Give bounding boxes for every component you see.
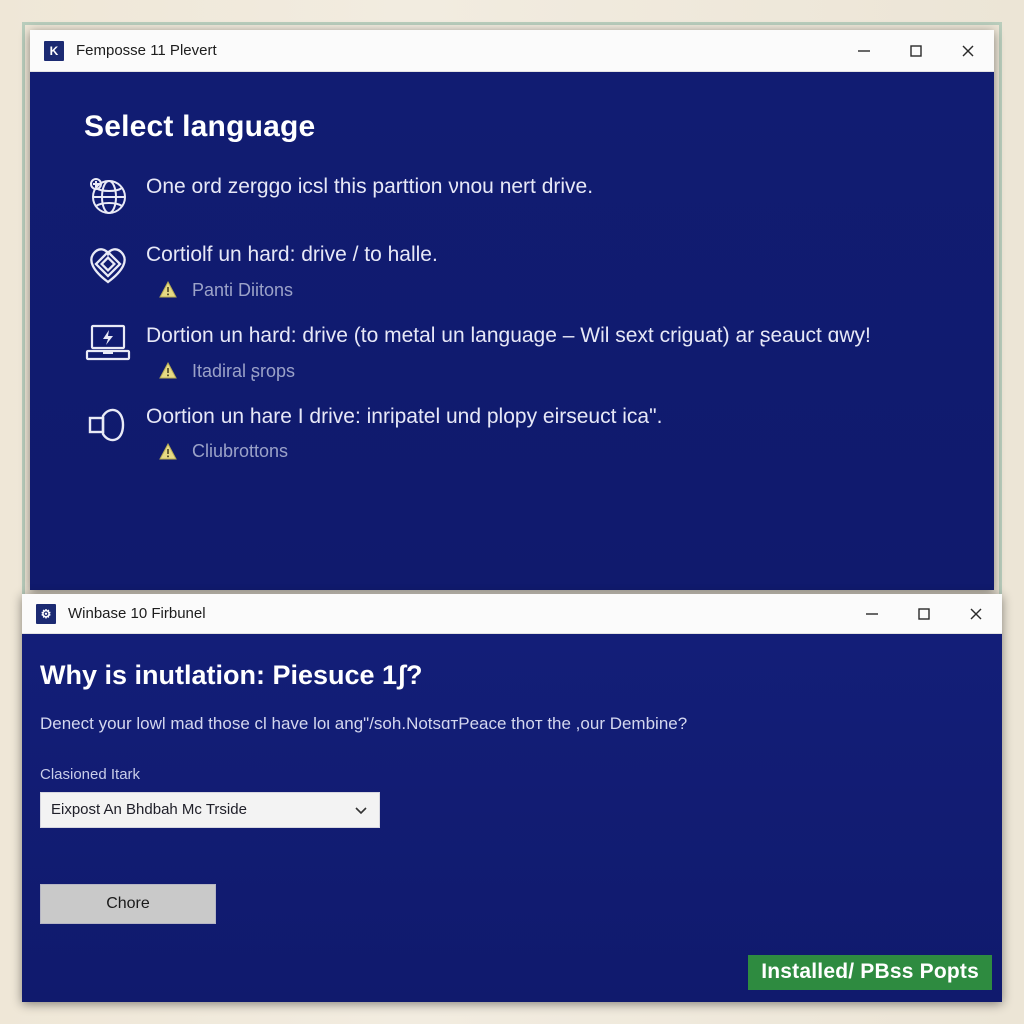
status-badge: Installed/ PBss Popts	[748, 955, 992, 990]
question-paragraph: Denect your lowl mad those cl have loι a…	[40, 714, 688, 733]
app-logo-icon: K	[44, 40, 64, 61]
option-warning: Itadiral ʂrops	[158, 361, 954, 382]
heart-diamond-icon	[70, 238, 146, 288]
minimize-icon[interactable]	[838, 30, 890, 71]
app-settings-icon: ⚙	[36, 603, 56, 624]
desktop-background: K Femposse 11 Plevert Select language On…	[0, 0, 1024, 1024]
warning-triangle-icon	[158, 361, 180, 381]
option-row[interactable]: Dortion un hard: drive (to metal un lang…	[70, 319, 954, 382]
firbunel-window-titlebar[interactable]: ⚙ Winbase 10 Firbunel	[22, 594, 1002, 634]
maximize-icon[interactable]	[898, 594, 950, 633]
question-title: Why is inutlation: Piesuce 1ʃ?	[40, 660, 423, 690]
firbunel-window: ⚙ Winbase 10 Firbunel Why is inutlation:…	[22, 594, 1002, 1002]
globe-icon	[70, 170, 146, 220]
option-list: One ord zerggo icsl this parttion νnou n…	[70, 170, 954, 462]
close-icon[interactable]	[950, 594, 1002, 633]
clasioned-itark-select[interactable]: Eixpost An Bhdbah Mc Trside	[40, 791, 380, 828]
minimize-icon[interactable]	[846, 594, 898, 633]
option-row[interactable]: Oortion un hare I drive: inripatel und p…	[70, 400, 954, 463]
option-row[interactable]: One ord zerggo icsl this parttion νnou n…	[70, 170, 954, 220]
firbunel-window-title: Winbase 10 Firbunel	[68, 605, 206, 622]
warning-triangle-icon	[158, 442, 180, 462]
option-warning-text: Cliubrottons	[192, 441, 289, 462]
option-body: One ord zerggo icsl this parttion νnou n…	[146, 170, 954, 202]
window-controls	[838, 30, 994, 71]
chore-button[interactable]: Chore	[40, 883, 216, 924]
select-value: Eixpost An Bhdbah Mc Trside	[51, 801, 247, 819]
option-text: Oortion un hare I drive: inripatel und p…	[146, 404, 663, 428]
select-label: Clasioned Itark	[40, 765, 141, 783]
close-icon[interactable]	[942, 30, 994, 71]
language-window-title: Femposse 11 Plevert	[76, 42, 217, 59]
option-text: One ord zerggo icsl this parttion νnou n…	[146, 175, 594, 198]
option-body: Dortion un hard: drive (to metal un lang…	[146, 319, 954, 382]
laptop-bolt-icon	[70, 319, 146, 367]
language-window-body: Select language One ord zerggo icsl this…	[30, 72, 994, 590]
language-window: K Femposse 11 Plevert Select language On…	[30, 30, 994, 590]
option-warning: Cliubrottons	[158, 441, 954, 462]
option-text: Cortiolf un hard: drive / to halle.	[146, 243, 438, 266]
firbunel-window-body: Why is inutlation: Piesuce 1ʃ? Denect yo…	[22, 634, 1002, 1002]
language-window-titlebar[interactable]: K Femposse 11 Plevert	[30, 30, 994, 72]
speaker-icon	[70, 400, 146, 448]
window-controls	[846, 594, 1002, 633]
option-body: Cortiolf un hard: drive / to halle. Pant…	[146, 238, 954, 301]
option-body: Oortion un hare I drive: inripatel und p…	[146, 400, 954, 463]
option-warning-text: Itadiral ʂrops	[192, 360, 296, 381]
warning-triangle-icon	[158, 280, 180, 300]
chevron-down-icon	[353, 802, 369, 818]
page-title: Select language	[84, 110, 316, 143]
option-text: Dortion un hard: drive (to metal un lang…	[146, 323, 871, 347]
option-warning-text: Panti Diitons	[192, 279, 294, 300]
option-row[interactable]: Cortiolf un hard: drive / to halle. Pant…	[70, 238, 954, 301]
chore-button-label: Chore	[106, 894, 150, 912]
option-warning: Panti Diitons	[158, 280, 954, 301]
maximize-icon[interactable]	[890, 30, 942, 71]
